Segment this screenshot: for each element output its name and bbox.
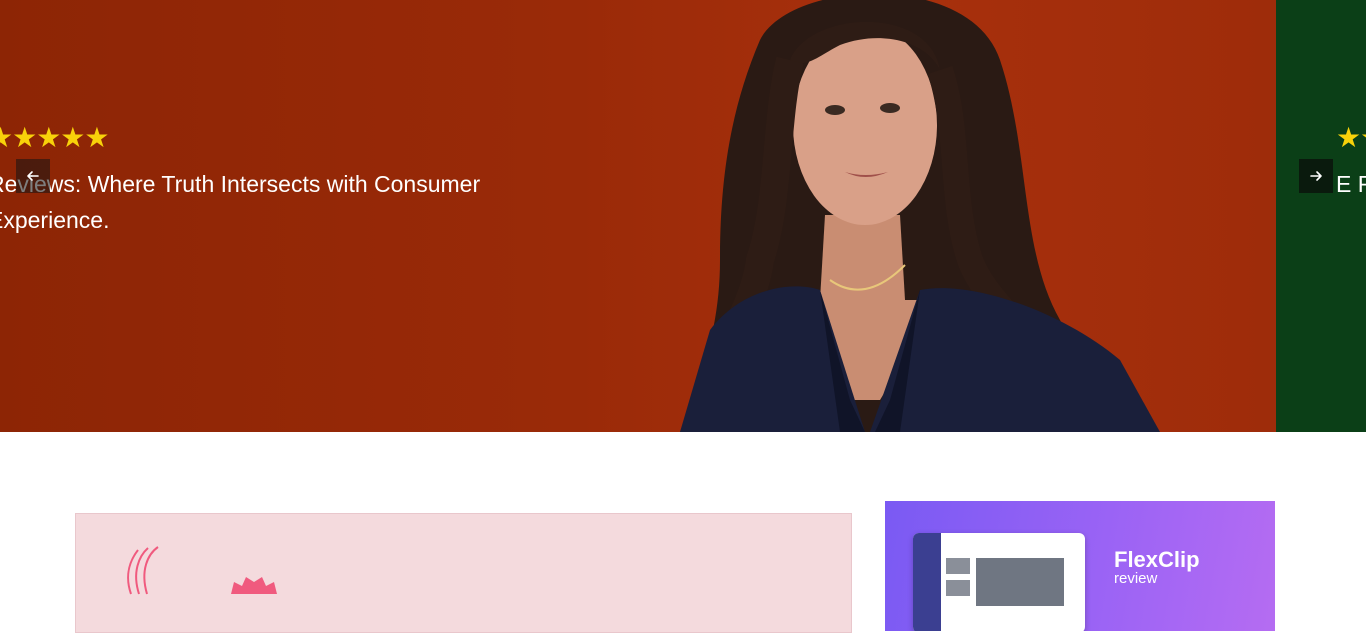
slide-caption: Reviews: Where Truth Intersects with Con… (0, 171, 481, 233)
mockup-thumbnail (946, 558, 970, 574)
flexclip-review-card[interactable]: FlexClip review (885, 501, 1275, 631)
mockup-sidebar (913, 533, 941, 631)
star-rating: ★★★★★ (0, 122, 110, 153)
mockup-thumbnail (946, 580, 970, 596)
hero-slider: ★★★★★ Reviews: Where Truth Intersects wi… (0, 0, 1366, 432)
promo-subtitle: review (1114, 570, 1158, 587)
app-screenshot-mockup (913, 533, 1085, 631)
slide-caption: E F (1336, 171, 1366, 197)
next-slide-button[interactable] (1299, 159, 1333, 193)
decorative-illustration (127, 546, 277, 595)
portrait-image (680, 0, 1160, 432)
article-card-image[interactable] (75, 513, 852, 633)
prev-slide-button[interactable] (16, 159, 50, 193)
slide-next: ★★★★★ E F (1276, 0, 1366, 432)
star-rating: ★★★★★ (1336, 122, 1366, 153)
arrow-right-icon (1310, 171, 1322, 181)
slide-current: ★★★★★ Reviews: Where Truth Intersects wi… (0, 0, 1276, 432)
arrow-left-icon (27, 171, 39, 181)
mockup-preview (976, 558, 1064, 606)
